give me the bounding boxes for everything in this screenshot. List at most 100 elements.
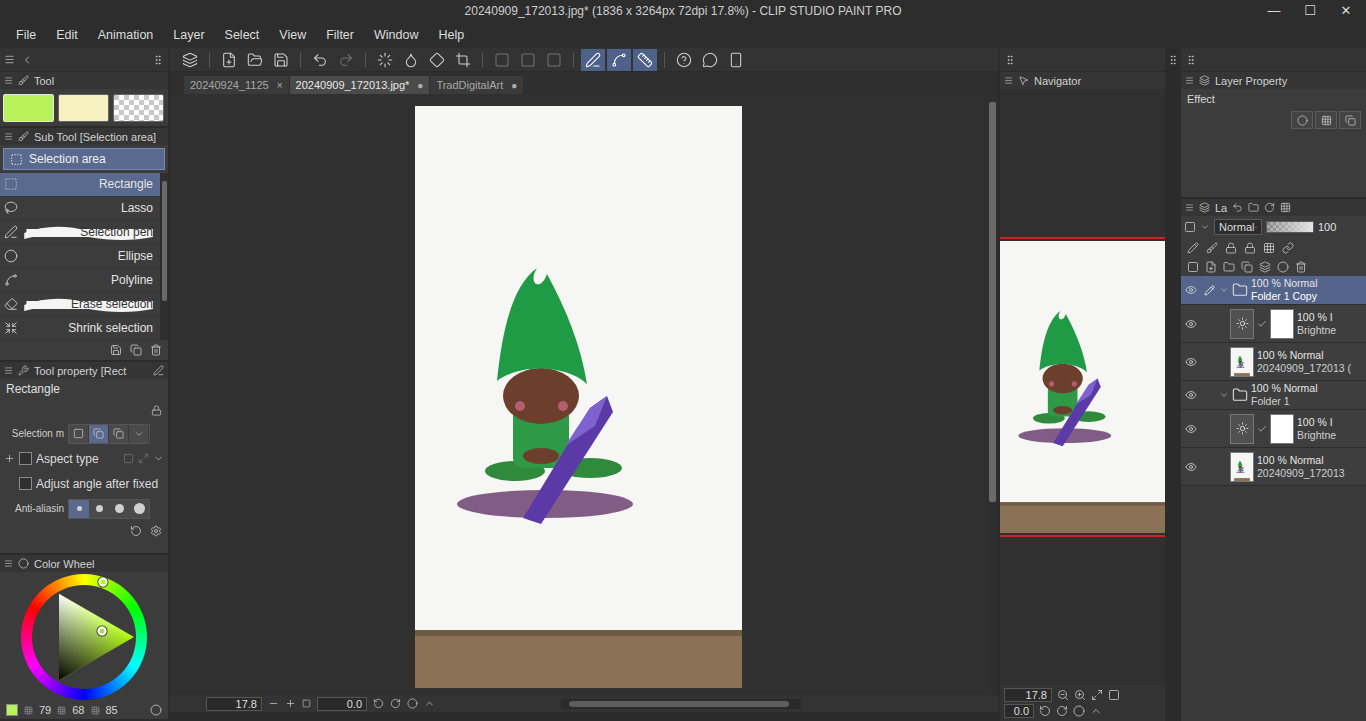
lock-icon[interactable]: [151, 405, 162, 416]
mode-button[interactable]: [69, 425, 89, 443]
tab-mark[interactable]: ●: [417, 80, 423, 91]
effect-button[interactable]: [1315, 111, 1337, 129]
rotate-right-icon[interactable]: [390, 698, 401, 709]
vertical-scrollbar[interactable]: [986, 94, 998, 695]
rotate-left-icon[interactable]: [1039, 705, 1051, 717]
antialias-option[interactable]: [89, 500, 109, 518]
undo-icon[interactable]: [312, 52, 328, 68]
flip-icon[interactable]: [424, 698, 435, 709]
command-button[interactable]: [334, 49, 358, 71]
effect-button[interactable]: [1291, 111, 1313, 129]
sub-tool-item[interactable]: Polyline: [0, 268, 160, 292]
command-button[interactable]: [269, 49, 293, 71]
menu-item[interactable]: File: [6, 25, 46, 45]
color-marker[interactable]: [98, 627, 107, 636]
window-control[interactable]: ✕: [1330, 1, 1362, 21]
edit-target[interactable]: [1202, 285, 1216, 296]
fill-icon[interactable]: [403, 52, 419, 68]
expand-toggle[interactable]: [1219, 285, 1229, 295]
visibility-toggle[interactable]: [1183, 284, 1199, 296]
ruler-icon[interactable]: [637, 52, 653, 68]
open-file-icon[interactable]: [247, 52, 263, 68]
visibility-toggle[interactable]: [1183, 423, 1199, 435]
layer-row[interactable]: 100 % NormalFolder 1: [1181, 381, 1366, 410]
mask-icon[interactable]: [1263, 242, 1275, 254]
menu-item[interactable]: Filter: [316, 25, 364, 45]
flip-icon[interactable]: [1090, 705, 1102, 717]
sub-tool-item[interactable]: Lasso: [0, 197, 160, 221]
new-file-icon[interactable]: [221, 52, 237, 68]
tab-mark[interactable]: ●: [511, 80, 517, 91]
link-icon[interactable]: [1282, 242, 1294, 254]
menu-item[interactable]: Animation: [88, 25, 164, 45]
merge-icon[interactable]: [1259, 261, 1271, 273]
window-control[interactable]: —: [1258, 1, 1290, 21]
zoom-out-icon[interactable]: [268, 698, 279, 709]
command-button[interactable]: [373, 49, 397, 71]
checkbox[interactable]: [19, 452, 32, 465]
rotate-left-icon[interactable]: [373, 698, 384, 709]
angle-field[interactable]: 0.0: [317, 697, 367, 711]
chevron-icon[interactable]: [1219, 285, 1229, 295]
pen-icon[interactable]: [585, 52, 601, 68]
saturation-triangle[interactable]: [32, 585, 136, 689]
scroll-thumb[interactable]: [162, 181, 167, 301]
expand-icon[interactable]: [4, 453, 15, 464]
document-tab[interactable]: TradDigitalArt●: [430, 76, 523, 94]
zoom-field[interactable]: 17.8: [1004, 688, 1052, 702]
reset-rotation-icon[interactable]: [407, 698, 418, 709]
antialias-option[interactable]: [69, 500, 89, 518]
sub-tool-item[interactable]: Shrink selection: [0, 316, 160, 340]
auto-action-icon[interactable]: [1264, 202, 1275, 213]
chevron-icon[interactable]: [1200, 222, 1210, 232]
sub-tool-group-tab[interactable]: Selection area: [3, 148, 165, 170]
layer-row[interactable]: 100 % Normal20240909_172013: [1181, 448, 1366, 486]
scroll-thumb[interactable]: [989, 102, 996, 502]
chevron-icon[interactable]: [1219, 390, 1229, 400]
curve-icon[interactable]: [611, 52, 627, 68]
antialias-option[interactable]: [109, 500, 129, 518]
command-button[interactable]: [542, 49, 566, 71]
chevron-icon[interactable]: [153, 453, 164, 464]
zoom-in-icon[interactable]: [285, 698, 296, 709]
sub-tool-item[interactable]: Ellipse: [0, 245, 160, 269]
eye-icon[interactable]: [1185, 318, 1197, 330]
device-icon[interactable]: [728, 52, 744, 68]
square-icon[interactable]: [494, 52, 510, 68]
opacity-slider[interactable]: [1266, 221, 1314, 233]
tab-mark[interactable]: ×: [277, 80, 283, 91]
command-button[interactable]: [425, 49, 449, 71]
mode-button[interactable]: [89, 425, 109, 443]
reference-icon[interactable]: [1206, 242, 1218, 254]
color-value[interactable]: 68: [72, 704, 84, 716]
menu-item[interactable]: View: [269, 25, 316, 45]
scrollbar[interactable]: [160, 173, 168, 340]
zoom-in-icon[interactable]: [1074, 689, 1086, 701]
blend-mode-select[interactable]: Normal: [1214, 219, 1262, 235]
horizontal-scrollbar[interactable]: [561, 699, 801, 709]
chat-icon[interactable]: [702, 52, 718, 68]
angle-field[interactable]: 0.0: [1004, 704, 1034, 718]
redo-icon[interactable]: [338, 52, 354, 68]
new-raster-icon[interactable]: [1205, 261, 1217, 273]
mode-dropdown[interactable]: [129, 425, 149, 443]
command-button[interactable]: [607, 49, 631, 71]
search-icon[interactable]: [1280, 202, 1291, 213]
navigator-view[interactable]: [1000, 89, 1165, 685]
square-icon[interactable]: [520, 52, 536, 68]
layer-row[interactable]: 100 % Normal20240909_172013 (: [1181, 343, 1366, 381]
canvas-viewport[interactable]: [170, 94, 986, 695]
color-value[interactable]: 79: [39, 704, 51, 716]
menu-item[interactable]: Edit: [46, 25, 88, 45]
command-button[interactable]: [724, 49, 748, 71]
command-button[interactable]: [633, 49, 657, 71]
clear-icon[interactable]: [377, 52, 393, 68]
navigator-preview[interactable]: [1000, 241, 1165, 533]
delete-layer-icon[interactable]: [1295, 261, 1307, 273]
crop-icon[interactable]: [455, 52, 471, 68]
antialias-option[interactable]: [129, 500, 149, 518]
hue-marker[interactable]: [98, 578, 107, 587]
color-swatch[interactable]: [113, 94, 164, 122]
copy-layer-icon[interactable]: [1241, 261, 1253, 273]
canvas-image[interactable]: [415, 106, 742, 688]
